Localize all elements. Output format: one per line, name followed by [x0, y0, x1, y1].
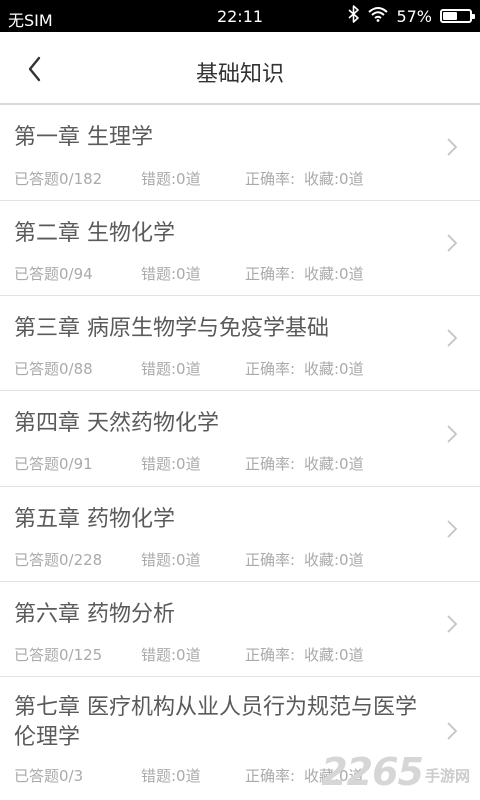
- site-watermark: 2265 手游网: [321, 750, 470, 794]
- chapter-item[interactable]: 第三章 病原生物学与免疫学基础 已答题0/88 错题:0道 正确率: 收藏:0道: [0, 296, 480, 391]
- answered-count: 已答题0/182: [14, 170, 103, 188]
- wrong-count: 错题:0道: [141, 646, 201, 664]
- answered-count: 已答题0/94: [14, 265, 93, 283]
- chapter-title: 第一章 生理学: [14, 125, 153, 150]
- chapter-title: 第三章 病原生物学与免疫学基础: [14, 316, 329, 341]
- wrong-count: 错题:0道: [141, 551, 201, 569]
- chapter-title: 第七章 医疗机构从业人员行为规范与医学伦理学: [14, 695, 417, 750]
- accuracy-label: 正确率:: [245, 551, 296, 569]
- accuracy-label: 正确率:: [245, 455, 296, 473]
- answered-count: 已答题0/125: [14, 646, 103, 664]
- accuracy-label: 正确率:: [245, 265, 296, 283]
- accuracy-label: 正确率:: [245, 767, 296, 785]
- chevron-right-icon: [447, 520, 458, 538]
- chevron-right-icon: [447, 615, 458, 633]
- battery-percent: 57%: [396, 6, 432, 26]
- battery-icon: [440, 9, 475, 23]
- accuracy-label: 正确率:: [245, 170, 296, 188]
- favorites-count: 收藏:0道: [304, 360, 364, 378]
- bluetooth-icon: [348, 5, 360, 27]
- answered-count: 已答题0/88: [14, 360, 93, 378]
- chapter-item[interactable]: 第四章 天然药物化学 已答题0/91 错题:0道 正确率: 收藏:0道: [0, 391, 480, 487]
- status-bar: 无SIM 22:11 57%: [0, 0, 480, 32]
- answered-count: 已答题0/228: [14, 551, 103, 569]
- accuracy-label: 正确率:: [245, 360, 296, 378]
- chapter-item[interactable]: 第二章 生物化学 已答题0/94 错题:0道 正确率: 收藏:0道: [0, 201, 480, 296]
- wrong-count: 错题:0道: [141, 767, 201, 785]
- accuracy-label: 正确率:: [245, 646, 296, 664]
- wrong-count: 错题:0道: [141, 360, 201, 378]
- answered-count: 已答题0/91: [14, 455, 93, 473]
- chapter-item[interactable]: 第五章 药物化学 已答题0/228 错题:0道 正确率: 收藏:0道: [0, 487, 480, 582]
- chapter-title: 第二章 生物化学: [14, 221, 175, 246]
- favorites-count: 收藏:0道: [304, 265, 364, 283]
- favorites-count: 收藏:0道: [304, 646, 364, 664]
- watermark-number: 2265: [321, 750, 424, 794]
- wrong-count: 错题:0道: [141, 265, 201, 283]
- battery-fill: [443, 12, 457, 20]
- chevron-right-icon: [447, 425, 458, 443]
- chevron-right-icon: [447, 722, 458, 740]
- chevron-right-icon: [447, 138, 458, 156]
- favorites-count: 收藏:0道: [304, 170, 364, 188]
- chapter-title: 第五章 药物化学: [14, 507, 175, 532]
- chapter-title: 第六章 药物分析: [14, 602, 175, 627]
- chapter-item[interactable]: 第六章 药物分析 已答题0/125 错题:0道 正确率: 收藏:0道: [0, 582, 480, 677]
- favorites-count: 收藏:0道: [304, 551, 364, 569]
- nav-bar: 基础知识: [0, 32, 480, 105]
- wrong-count: 错题:0道: [141, 455, 201, 473]
- favorites-count: 收藏:0道: [304, 455, 364, 473]
- answered-count: 已答题0/3: [14, 767, 84, 785]
- status-icons: 57%: [340, 5, 475, 27]
- chapter-title: 第四章 天然药物化学: [14, 411, 219, 436]
- watermark-site: 手游网: [424, 767, 470, 785]
- wifi-icon: [368, 6, 389, 26]
- page-title: 基础知识: [195, 62, 284, 87]
- chevron-right-icon: [447, 329, 458, 347]
- wrong-count: 错题:0道: [141, 170, 201, 188]
- chevron-right-icon: [447, 234, 458, 252]
- chapter-list: 第一章 生理学 已答题0/182 错题:0道 正确率: 收藏:0道 第二章 生物…: [0, 105, 480, 800]
- chapter-item[interactable]: 第一章 生理学 已答题0/182 错题:0道 正确率: 收藏:0道: [0, 105, 480, 201]
